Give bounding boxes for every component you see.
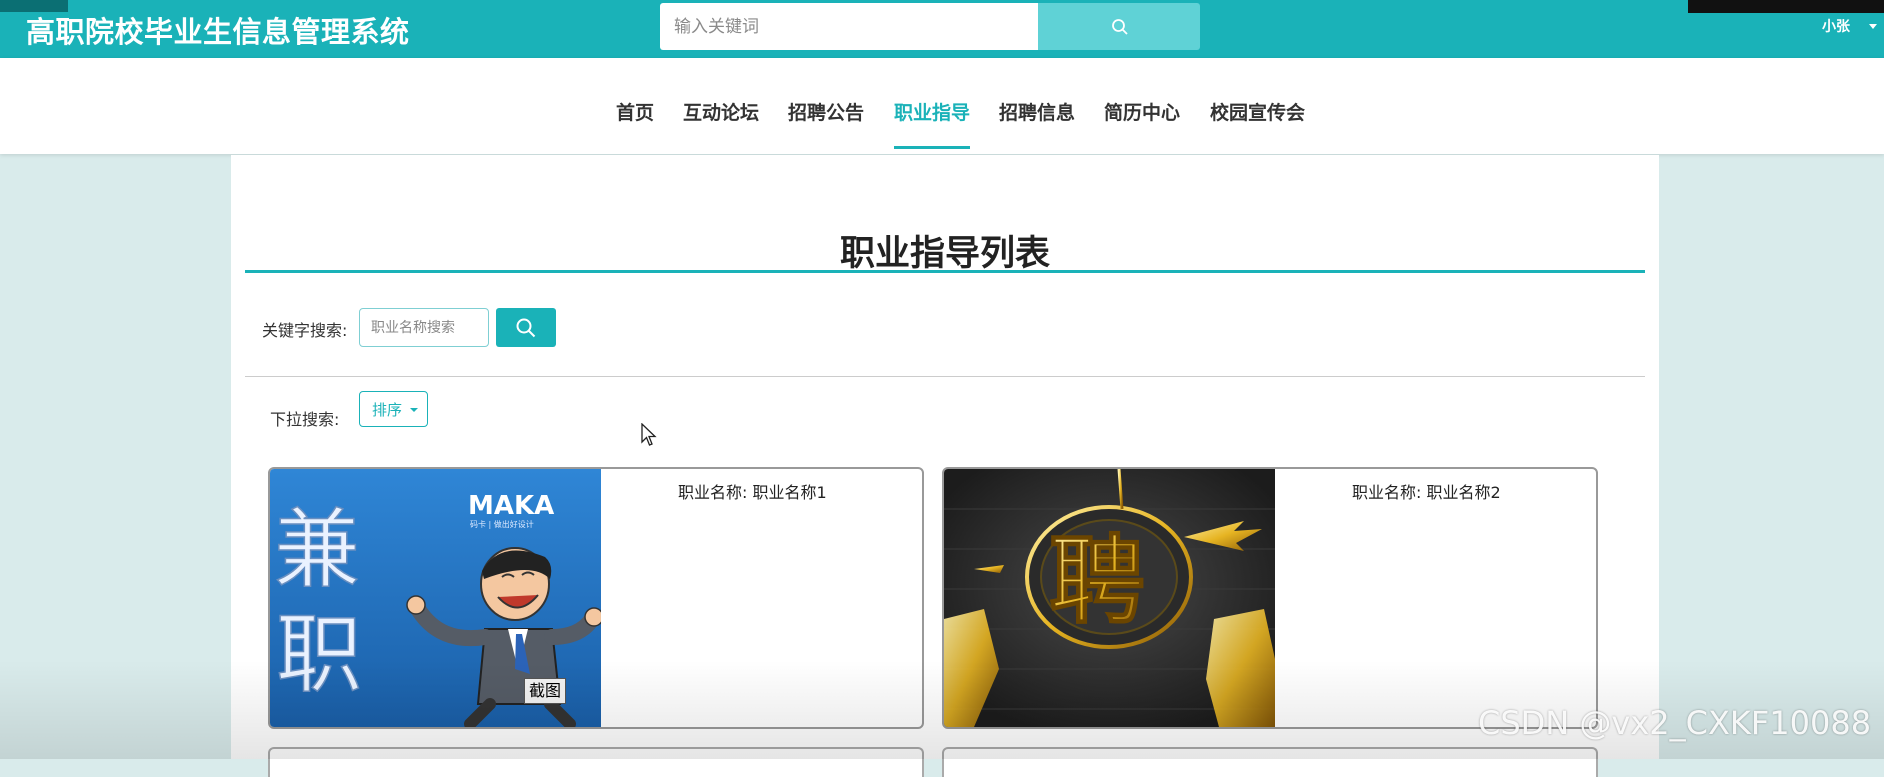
header-search-input[interactable] — [660, 3, 1038, 50]
search-icon — [516, 318, 536, 338]
mouse-cursor-icon — [641, 423, 657, 446]
recruit-glyph: 聘 — [1049, 525, 1145, 637]
top-header-bar: 高职院校毕业生信息管理系统 小张 — [0, 0, 1884, 58]
card-title[interactable]: 职业名称: 职业名称1 — [678, 479, 827, 503]
dropdown-search-label: 下拉搜索: — [270, 410, 340, 429]
nav-item-campus-talk[interactable]: 校园宣传会 — [1210, 98, 1305, 125]
watermark: CSDN @vx2_CXKF10088 — [1478, 704, 1872, 742]
active-nav-underline — [894, 146, 970, 149]
user-menu[interactable]: 小张 — [1822, 16, 1850, 36]
search-icon — [1112, 19, 1128, 35]
black-strip — [1688, 0, 1884, 13]
card-title[interactable]: 职业名称: 职业名称2 — [1352, 479, 1501, 503]
maka-logo: MAKA — [468, 491, 554, 521]
maka-tagline: 码卡 | 做出好设计 — [470, 519, 534, 529]
nav-item-home[interactable]: 首页 — [616, 98, 654, 125]
section-divider — [245, 376, 1645, 377]
header-search-button[interactable] — [1038, 3, 1200, 50]
sort-dropdown[interactable]: 排序 — [359, 391, 428, 427]
nav-item-forum[interactable]: 互动论坛 — [683, 98, 759, 125]
keyword-search-label: 关键字搜索: — [262, 321, 348, 340]
nav-item-job-notice[interactable]: 招聘公告 — [788, 98, 864, 125]
keyword-search-input[interactable] — [359, 308, 489, 347]
keyword-search-button[interactable] — [496, 308, 556, 347]
caret-down-icon — [410, 408, 418, 412]
title-underline — [245, 270, 1645, 273]
site-title: 高职院校毕业生信息管理系统 — [26, 15, 410, 49]
big-char-top: 兼 — [274, 500, 360, 600]
nav-item-career-guidance[interactable]: 职业指导 — [894, 98, 970, 125]
page-title: 职业指导列表 — [839, 234, 1050, 274]
nav-item-resume-center[interactable]: 简历中心 — [1104, 98, 1180, 125]
sort-dropdown-label: 排序 — [372, 401, 403, 419]
chevron-down-icon[interactable] — [1869, 24, 1877, 29]
main-nav: 首页 互动论坛 招聘公告 职业指导 招聘信息 简历中心 校园宣传会 — [0, 58, 1884, 154]
nav-item-job-info[interactable]: 招聘信息 — [999, 98, 1075, 125]
